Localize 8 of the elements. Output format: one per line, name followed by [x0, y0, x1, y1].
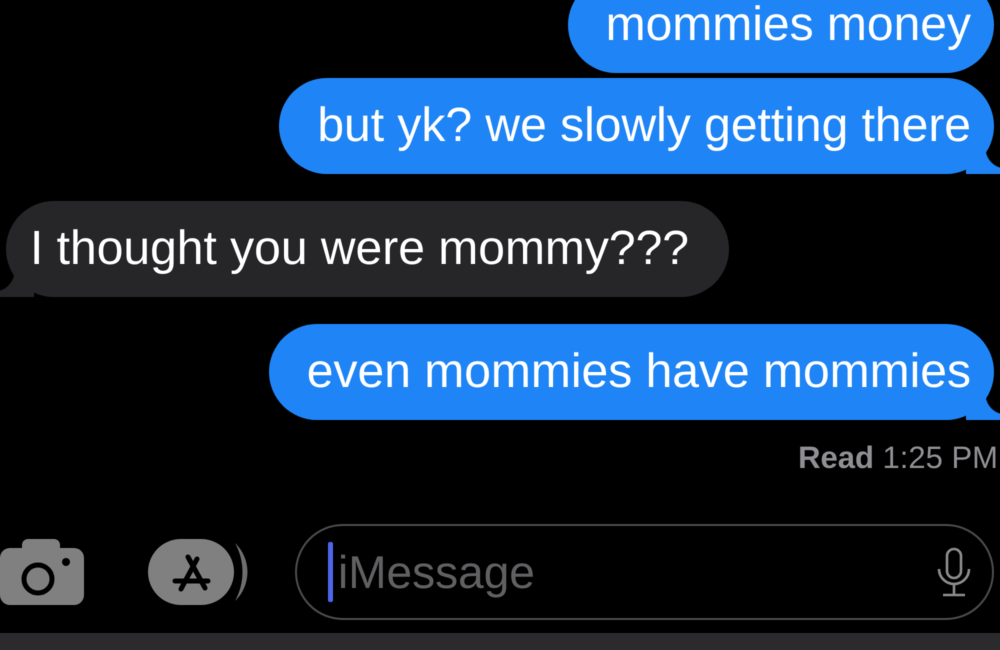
microphone-icon[interactable]	[936, 547, 972, 597]
camera-icon[interactable]	[0, 539, 84, 605]
message-bubble: even mommies have mommies	[268, 324, 1000, 420]
read-receipt: Read 1:25 PM	[798, 443, 999, 473]
message-bubble: I thought you were mommy???	[0, 201, 729, 297]
message-bubble: but yk? we slowly getting there	[279, 78, 1000, 174]
apps-icon[interactable]	[148, 539, 250, 605]
message-field[interactable]: iMessage	[295, 524, 994, 620]
